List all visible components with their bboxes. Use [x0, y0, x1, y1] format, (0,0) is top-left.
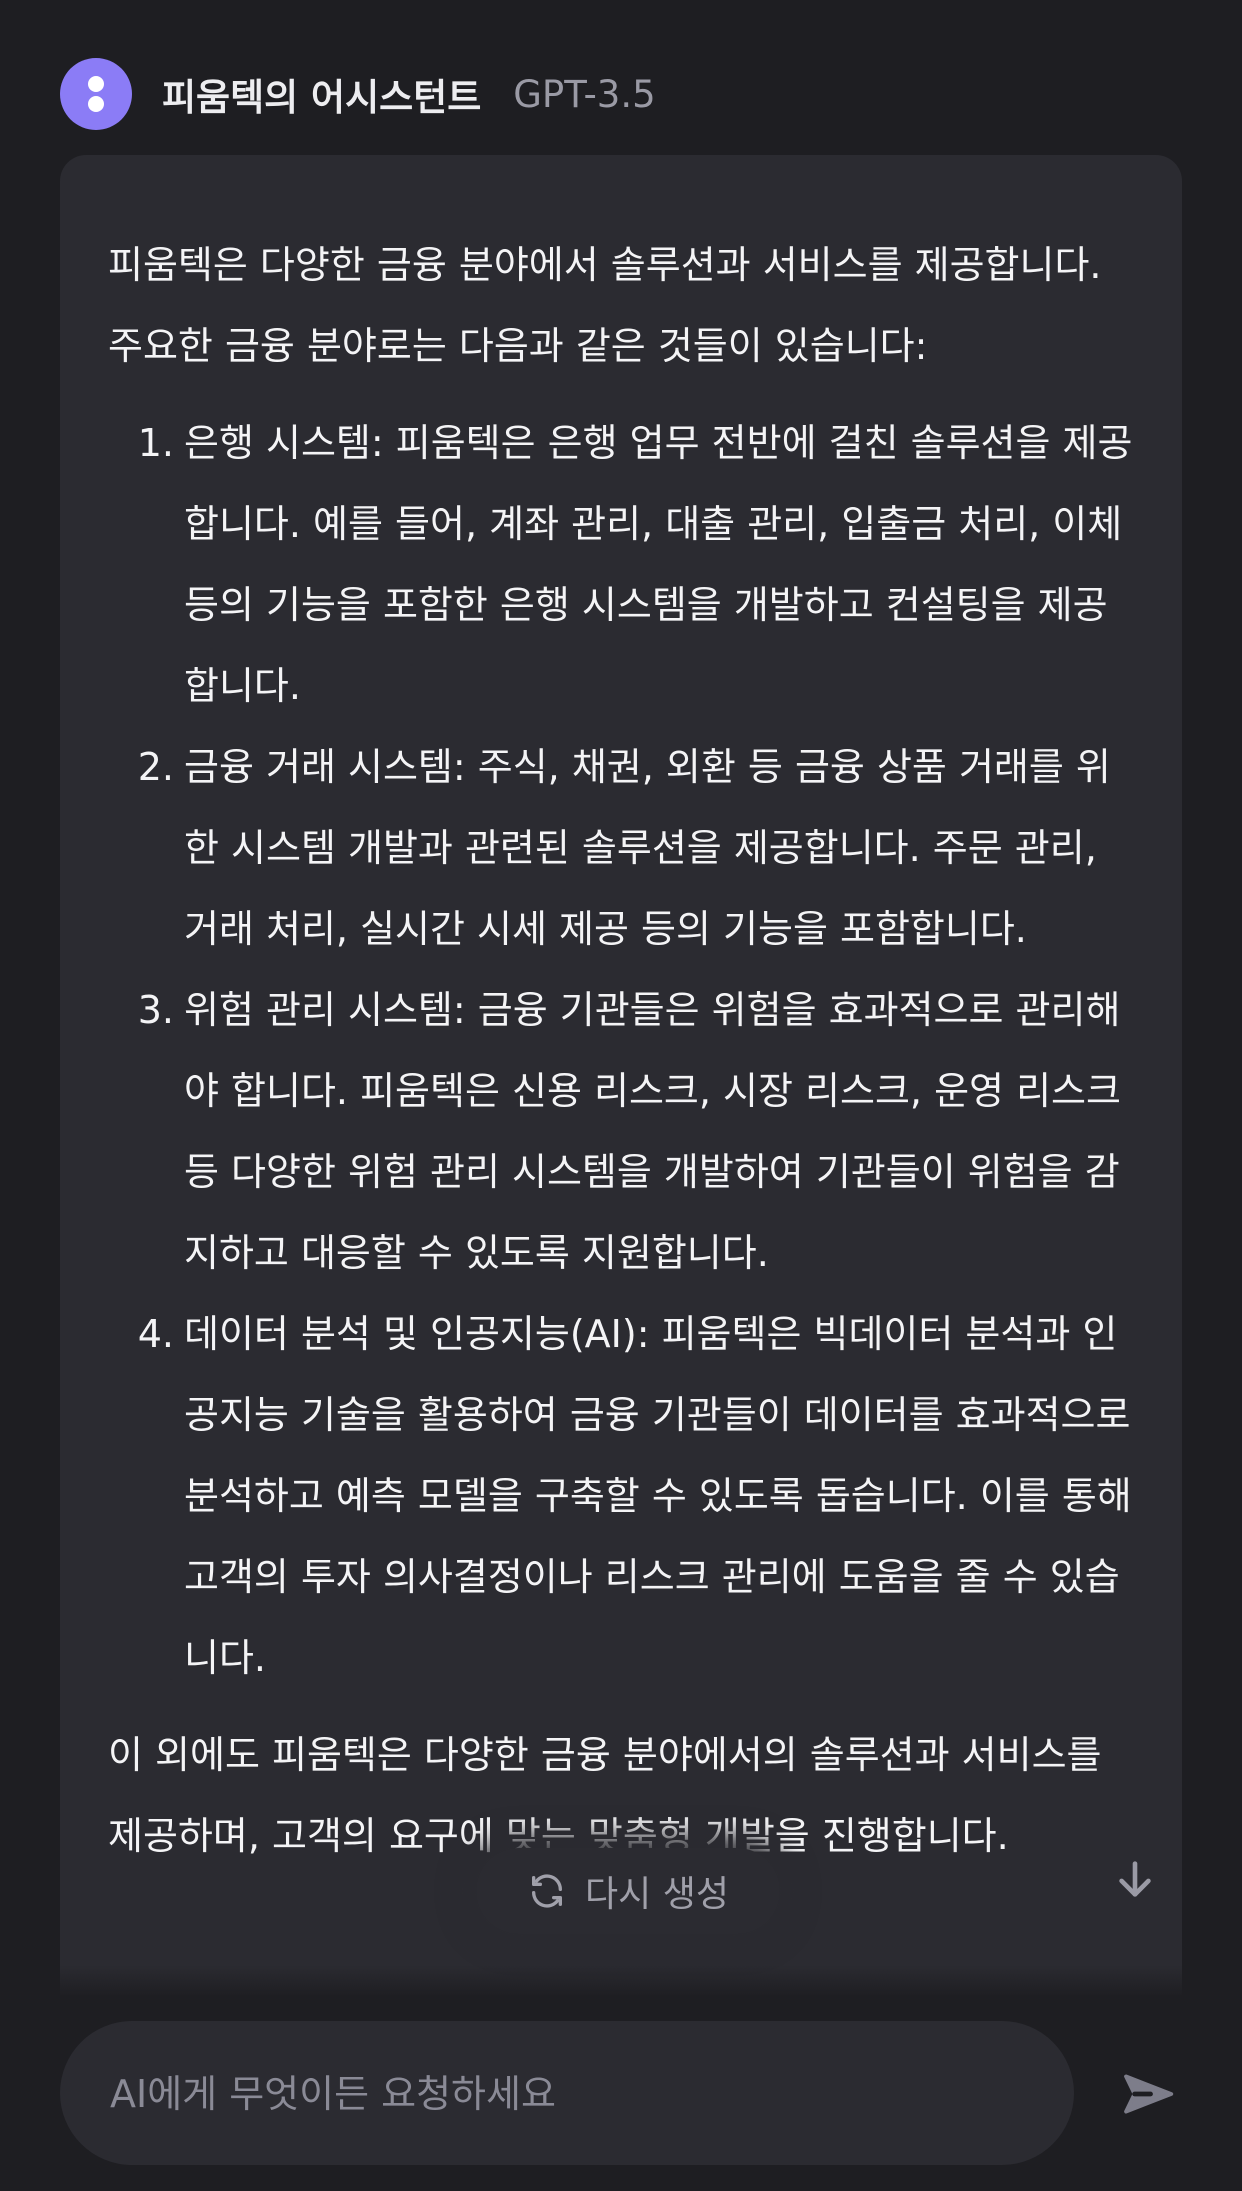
- message-list: 1. 은행 시스템: 피움텍은 은행 업무 전반에 걸친 솔루션을 제공합니다.…: [108, 403, 1138, 1699]
- list-item-number: 4.: [137, 1312, 174, 1356]
- assistant-avatar: [60, 58, 132, 130]
- list-item-text: 은행 시스템: 피움텍은 은행 업무 전반에 걸친 솔루션을 제공합니다. 예를…: [184, 421, 1133, 708]
- list-item: 2. 금융 거래 시스템: 주식, 채권, 외환 등 금융 상품 거래를 위한 …: [108, 727, 1138, 970]
- assistant-message: 피움텍은 다양한 금융 분야에서 솔루션과 서비스를 제공합니다. 주요한 금융…: [60, 155, 1182, 1995]
- message-content: 피움텍은 다양한 금융 분야에서 솔루션과 서비스를 제공합니다. 주요한 금융…: [108, 225, 1138, 1877]
- arrow-down-icon: [1119, 1861, 1151, 1897]
- list-item-text: 데이터 분석 및 인공지능(AI): 피움텍은 빅데이터 분석과 인공지능 기술…: [184, 1312, 1132, 1680]
- model-label: GPT-3.5: [513, 72, 656, 116]
- list-item: 3. 위험 관리 시스템: 금융 기관들은 위험을 효과적으로 관리해야 합니다…: [108, 970, 1138, 1294]
- send-button[interactable]: [1112, 2058, 1184, 2130]
- list-item: 1. 은행 시스템: 피움텍은 은행 업무 전반에 걸친 솔루션을 제공합니다.…: [108, 403, 1138, 727]
- chat-input[interactable]: [108, 2021, 1012, 2167]
- chat-input-bar: [60, 2021, 1074, 2167]
- list-item: 4. 데이터 분석 및 인공지능(AI): 피움텍은 빅데이터 분석과 인공지능…: [108, 1294, 1138, 1699]
- list-item-number: 2.: [137, 745, 174, 789]
- list-item-number: 3.: [137, 988, 174, 1032]
- scroll-down-button[interactable]: [1104, 1848, 1166, 1910]
- list-item-text: 금융 거래 시스템: 주식, 채권, 외환 등 금융 상품 거래를 위한 시스템…: [184, 745, 1111, 951]
- list-item-text: 위험 관리 시스템: 금융 기관들은 위험을 효과적으로 관리해야 합니다. 피…: [184, 988, 1121, 1275]
- chat-header: 피움텍의 어시스턴트 GPT-3.5: [60, 58, 656, 130]
- assistant-name: 피움텍의 어시스턴트: [162, 76, 482, 119]
- regenerate-button[interactable]: 다시 생성: [476, 1848, 780, 1934]
- message-intro: 피움텍은 다양한 금융 분야에서 솔루션과 서비스를 제공합니다. 주요한 금융…: [108, 243, 1102, 368]
- list-item-number: 1.: [137, 421, 174, 465]
- regenerate-label: 다시 생성: [585, 1874, 729, 1915]
- send-icon: [1124, 2074, 1174, 2114]
- scroll-fade: [60, 1965, 1182, 1997]
- refresh-icon: [532, 1874, 563, 1908]
